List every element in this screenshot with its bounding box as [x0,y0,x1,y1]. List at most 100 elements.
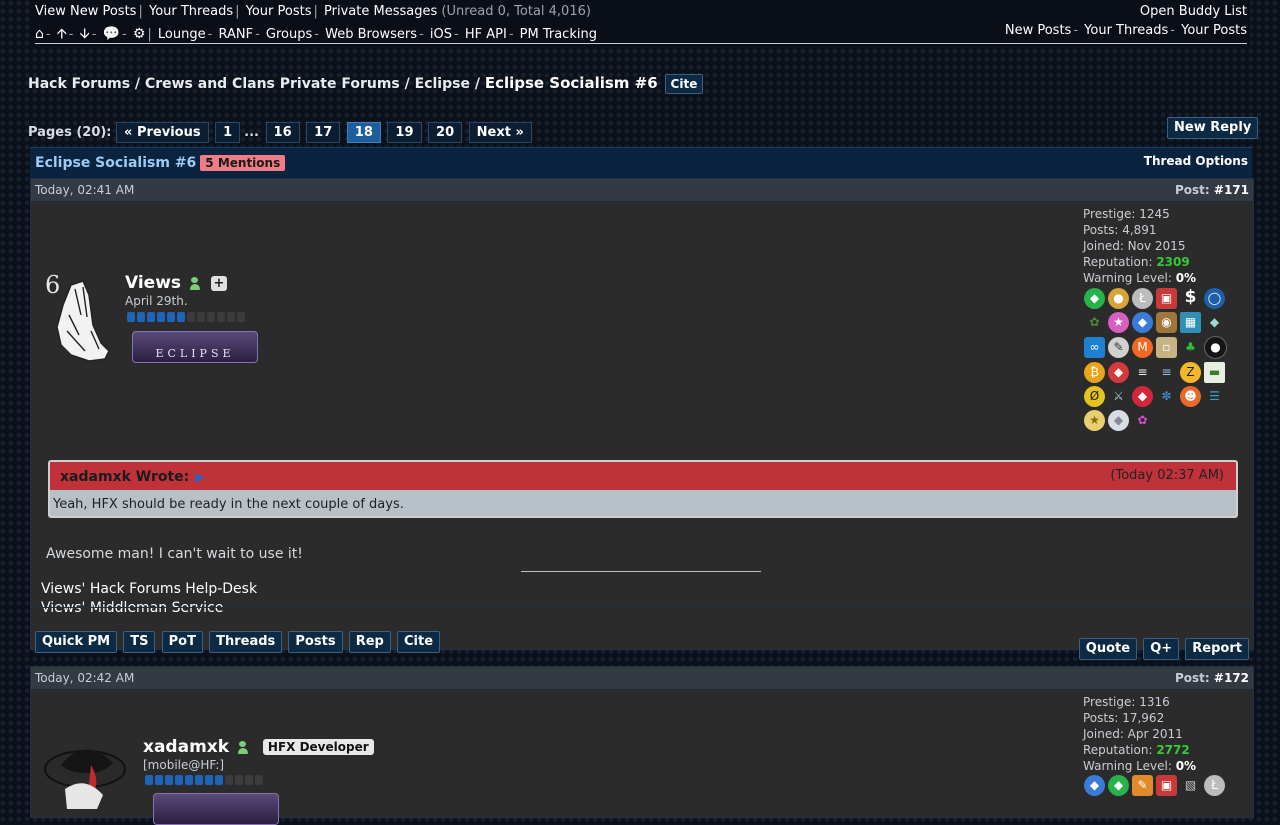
ts-button[interactable]: TS [123,631,156,653]
pot-button[interactable]: PoT [161,631,203,653]
web-browsers-link[interactable]: Web Browsers [325,27,417,42]
ios-link[interactable]: iOS [430,27,452,42]
diamond-award-icon[interactable]: ◆ [1132,312,1153,333]
username[interactable]: xadamxk HFX Developer [143,737,374,757]
breadcrumb-eclipse[interactable]: Eclipse [415,76,470,92]
page-16[interactable]: 16 [265,122,300,143]
wings-award-icon[interactable]: ≡ [1132,362,1153,383]
your-threads-link[interactable]: Your Threads [149,4,233,19]
page-20[interactable]: 20 [428,122,463,143]
star-award-icon[interactable]: ★ [1084,410,1105,431]
jar-award-icon[interactable]: ▫ [1156,337,1177,358]
zero-award-icon[interactable]: Ø [1084,386,1105,407]
expand-user-button[interactable]: + [210,275,227,291]
leaf-award-icon[interactable]: ✿ [1084,312,1105,333]
devil-award-icon[interactable]: ☻ [1180,386,1201,407]
red-diamond-award-icon[interactable]: ◆ [1132,386,1153,407]
view-new-posts-link[interactable]: View New Posts [35,4,136,19]
ruby-award-icon[interactable]: ◆ [1108,362,1129,383]
quote-button[interactable]: Quote [1078,638,1138,660]
chat-icon[interactable]: 💬 [103,26,120,42]
award-icons: ◆ ◆ ✎ ▣ ▧ Ł [1084,775,1234,799]
dollar-award-icon[interactable]: $ [1180,287,1201,308]
thread-title: Eclipse Socialism #6 [35,155,197,171]
flower-award-icon[interactable]: ✿ [1132,410,1153,431]
breadcrumb-hack-forums[interactable]: Hack Forums [28,76,130,92]
white-diamond-award-icon[interactable]: ◆ [1108,410,1129,431]
signature-link-helpdesk[interactable]: Views' Hack Forums Help-Desk [41,580,257,599]
pen-award-icon[interactable]: ✎ [1108,337,1129,358]
ripple-award-icon[interactable]: ✼ [1156,386,1177,407]
page-17[interactable]: 17 [306,122,341,143]
new-posts-link[interactable]: New Posts [1005,23,1071,38]
emerald-award-icon[interactable]: ◆ [1108,775,1129,796]
new-reply-button[interactable]: New Reply [1167,117,1259,139]
open-buddy-list-link[interactable]: Open Buddy List [1140,4,1247,19]
diamond-award-icon[interactable]: ◆ [1084,775,1105,796]
reputation[interactable]: Reputation: 2309 [1083,254,1196,270]
ranf-link[interactable]: RANF [218,27,253,42]
divider [35,43,1247,44]
cite-post-button[interactable]: Cite [396,631,441,653]
hf-api-link[interactable]: HF API [465,27,507,42]
monero-award-icon[interactable]: M [1132,337,1153,358]
gift-award-icon[interactable]: ▣ [1156,288,1177,309]
clover-award-icon[interactable]: ♣ [1180,337,1201,358]
creeper-award-icon[interactable]: ▦ [1180,312,1201,333]
next-page-button[interactable]: Next » [468,122,532,143]
phone-award-icon[interactable]: ▧ [1180,775,1201,796]
unicorn-award-icon[interactable]: ★ [1108,312,1129,333]
jump-to-quote-icon[interactable]: ▶ [195,470,204,484]
private-messages-link[interactable]: Private Messages [324,4,437,19]
signature-link-middleman[interactable]: Views' Middleman Service [41,599,257,618]
rep-button[interactable]: Rep [348,631,391,653]
gift-award-icon[interactable]: ▣ [1156,775,1177,796]
post-number[interactable]: Post: #171 [1175,183,1249,197]
breadcrumb: Hack Forums / Crews and Clans Private Fo… [28,74,704,94]
groups-link[interactable]: Groups [266,27,312,42]
home-icon[interactable]: ⌂ [35,26,44,42]
wings-blue-award-icon[interactable]: ≡ [1156,362,1177,383]
camera-award-icon[interactable]: ◉ [1156,312,1177,333]
cash-award-icon[interactable]: ▬ [1204,362,1225,383]
glasses-award-icon[interactable]: ∞ [1084,337,1105,358]
cite-button[interactable]: Cite [664,74,704,94]
litecoin-award-icon[interactable]: Ł [1132,288,1153,309]
sword-award-icon[interactable]: ⚔ [1108,386,1129,407]
doge-award-icon[interactable]: ● [1108,288,1129,309]
your-posts-link-right[interactable]: Your Posts [1181,23,1247,38]
breadcrumb-crews-clans[interactable]: Crews and Clans Private Forums [145,76,400,92]
posts-button[interactable]: Posts [288,631,343,653]
username[interactable]: Views + [125,273,227,293]
prev-page-button[interactable]: « Previous [116,122,209,143]
your-posts-link[interactable]: Your Posts [246,4,312,19]
avatar[interactable] [41,739,131,809]
scroll-award-icon[interactable]: ✎ [1132,775,1153,796]
page-19[interactable]: 19 [387,122,422,143]
litecoin-award-icon[interactable]: Ł [1204,775,1225,796]
zcash-award-icon[interactable]: Z [1180,362,1201,383]
orb-award-icon[interactable]: ● [1204,336,1227,359]
ethereum-award-icon[interactable]: ◆ [1204,312,1225,333]
bitcoin-award-icon[interactable]: ₿ [1084,362,1105,383]
lounge-link[interactable]: Lounge [158,27,206,42]
your-threads-link-right[interactable]: Your Threads [1084,23,1168,38]
quote-author[interactable]: xadamxk Wrote: ▶ [60,469,205,485]
post-number[interactable]: Post: #172 [1175,671,1249,685]
gear-icon[interactable]: ⚙ [133,26,146,42]
thread-options-link[interactable]: Thread Options [1144,154,1248,168]
pm-tracking-link[interactable]: PM Tracking [520,27,597,42]
post-date: Today, 02:41 AM [35,183,135,197]
top-links-row: View New Posts | Your Threads | Your Posts… [35,4,591,19]
ring-award-icon[interactable]: ◯ [1204,288,1225,309]
avatar[interactable]: 6 [45,271,115,362]
multiquote-button[interactable]: Q+ [1143,638,1180,660]
quick-pm-button[interactable]: Quick PM [35,631,118,653]
mentions-badge[interactable]: 5 Mentions [200,155,286,171]
report-button[interactable]: Report [1185,638,1249,660]
emerald-award-icon[interactable]: ◆ [1084,288,1105,309]
reputation[interactable]: Reputation: 2772 [1083,742,1196,758]
page-1[interactable]: 1 [215,122,241,143]
threads-button[interactable]: Threads [209,631,283,653]
stack-award-icon[interactable]: ☰ [1204,386,1225,407]
